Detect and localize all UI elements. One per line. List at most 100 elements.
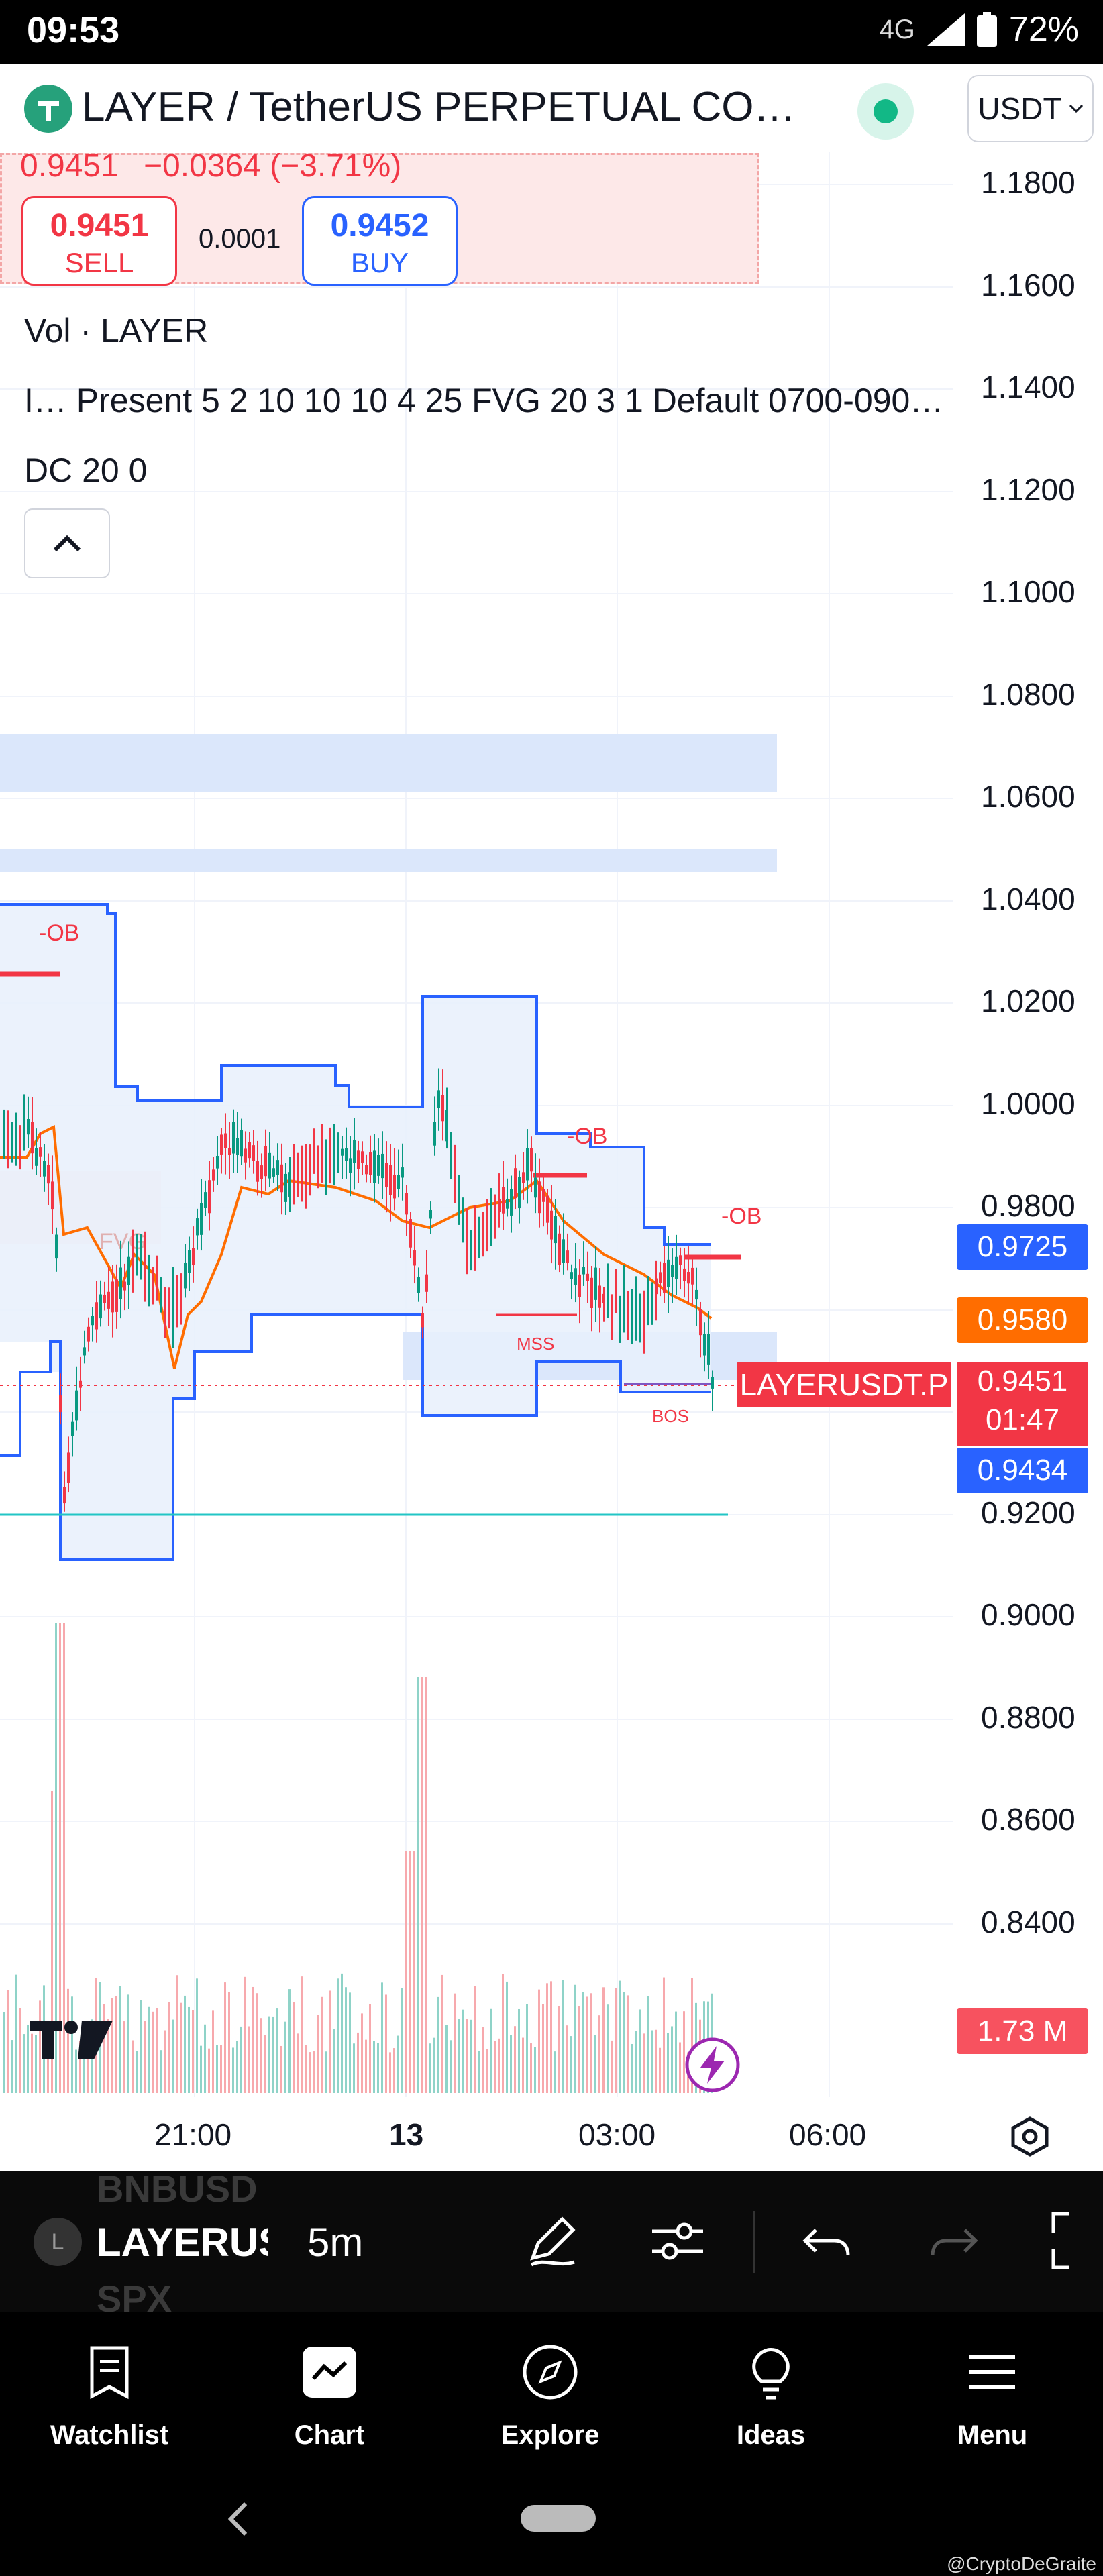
candle-body [631, 1309, 633, 1323]
menu-icon [969, 2355, 1015, 2389]
candle-body [558, 1233, 561, 1265]
volume-bar [486, 2049, 488, 2093]
buy-price: 0.9452 [330, 208, 429, 244]
legend-donchian[interactable]: DC 20 0 [24, 451, 147, 490]
home-pill[interactable] [521, 2505, 596, 2532]
volume-bar [148, 2006, 150, 2093]
candle-body [433, 1122, 436, 1146]
interval-selector[interactable]: 5m [307, 2219, 363, 2265]
last-price-badge-value: 0.9451 [977, 1364, 1068, 1397]
tradingview-logo-icon[interactable] [30, 2017, 113, 2062]
candle-body [353, 1140, 356, 1163]
volume-bar [482, 2027, 484, 2093]
volume-bar [594, 2035, 596, 2093]
volume-bar [598, 2015, 600, 2093]
candle-body [486, 1215, 488, 1239]
candle-body [152, 1278, 154, 1290]
volume-bar [288, 1989, 291, 2093]
draw-pencil-icon[interactable] [518, 2206, 588, 2275]
volume-bar [643, 2033, 645, 2093]
candle-body [140, 1248, 142, 1270]
volume-bar [530, 2043, 532, 2093]
flash-icon[interactable] [683, 2035, 742, 2094]
nav-watchlist[interactable]: Watchlist [19, 2325, 200, 2459]
candle-body [288, 1172, 291, 1197]
candle-body [586, 1273, 589, 1281]
volume-bar [393, 2048, 395, 2093]
time-label-0300: 03:00 [578, 2117, 656, 2152]
legend-volume[interactable]: Vol · LAYER [24, 311, 208, 350]
undo-icon[interactable] [792, 2206, 861, 2275]
candle-body [345, 1148, 348, 1161]
candle-body [63, 1487, 66, 1504]
indicators-icon[interactable] [643, 2206, 713, 2275]
volume-bar [490, 2008, 492, 2093]
volume-bar [602, 1987, 605, 2093]
volume-bar [152, 2011, 154, 2093]
nav-watchlist-label: Watchlist [50, 2420, 169, 2450]
candle-body [220, 1134, 223, 1155]
redo-icon[interactable] [919, 2206, 989, 2275]
volume-bar [671, 2026, 673, 2093]
candle-body [111, 1281, 114, 1313]
volume-bar [276, 2008, 278, 2093]
volume-bar [458, 2019, 460, 2093]
candle-body [160, 1288, 162, 1298]
volume-bar [389, 2052, 391, 2093]
currency-select[interactable]: USDT [967, 75, 1094, 142]
volume-bar [224, 1982, 226, 2093]
symbol-price-tag: LAYERUSDT.P [737, 1362, 951, 1407]
candle-body [659, 1272, 662, 1283]
volume-bar [228, 1992, 230, 2093]
symbol-selector[interactable]: LAYERUS [97, 2219, 268, 2265]
candle-body [498, 1199, 501, 1212]
candle-body [522, 1172, 525, 1183]
volume-bar [546, 1983, 548, 2093]
candle-body [711, 1377, 714, 1389]
volume-bar [341, 1973, 343, 2093]
market-status-icon[interactable] [857, 83, 914, 140]
upper-band-badge: 0.9725 [957, 1224, 1088, 1270]
buy-button[interactable]: 0.9452 BUY [302, 196, 458, 286]
price-chart[interactable]: -OB -OB -OB FVG MSS BOS [0, 152, 1103, 2097]
price-axis-label: 1.1000 [981, 574, 1075, 609]
settings-hex-icon[interactable] [1006, 2113, 1053, 2160]
volume-bar [627, 1995, 629, 2093]
back-icon[interactable] [221, 2496, 255, 2542]
nav-chart[interactable]: Chart [239, 2325, 420, 2459]
nav-ideas[interactable]: Ideas [680, 2325, 861, 2459]
mid-band-badge: 0.9580 [957, 1297, 1088, 1343]
volume-bar [578, 2006, 580, 2093]
time-label-0600: 06:00 [789, 2117, 867, 2152]
symbol-title[interactable]: LAYER / TetherUS PERPETUAL CONT… [82, 83, 813, 131]
candle-body [236, 1138, 239, 1155]
candle-body [639, 1316, 641, 1328]
bottom-navigation: Watchlist Chart Explore Ideas Menu [0, 2312, 1103, 2466]
candle-body [651, 1292, 653, 1301]
candle-body [389, 1165, 392, 1195]
candle-body [15, 1120, 17, 1140]
volume-bar [19, 2008, 21, 2093]
price-axis-label: 1.0800 [981, 677, 1075, 712]
candle-body [103, 1294, 106, 1303]
legend-indicator[interactable]: I… Present 5 2 10 10 10 4 25 FVG 20 3 1 … [24, 381, 943, 420]
nav-explore[interactable]: Explore [460, 2325, 641, 2459]
volume-bar [345, 1987, 347, 2093]
nav-menu[interactable]: Menu [902, 2325, 1083, 2459]
volume-bar [631, 2043, 633, 2093]
candle-body [71, 1421, 74, 1436]
candle-body [136, 1251, 138, 1263]
candle-body [582, 1267, 585, 1275]
nav-explore-label: Explore [501, 2420, 600, 2450]
candle-body [450, 1150, 452, 1167]
sell-button[interactable]: 0.9451 SELL [21, 196, 177, 286]
volume-bar [208, 2048, 210, 2093]
volume-bar [558, 2006, 560, 2093]
candle-body [59, 1395, 62, 1413]
volume-bar [425, 1677, 427, 2093]
candle-body [502, 1187, 505, 1214]
collapse-legend-button[interactable] [24, 508, 110, 578]
fullscreen-icon[interactable] [1047, 2206, 1103, 2275]
candle-body [445, 1110, 448, 1142]
volume-bar [570, 2036, 572, 2093]
